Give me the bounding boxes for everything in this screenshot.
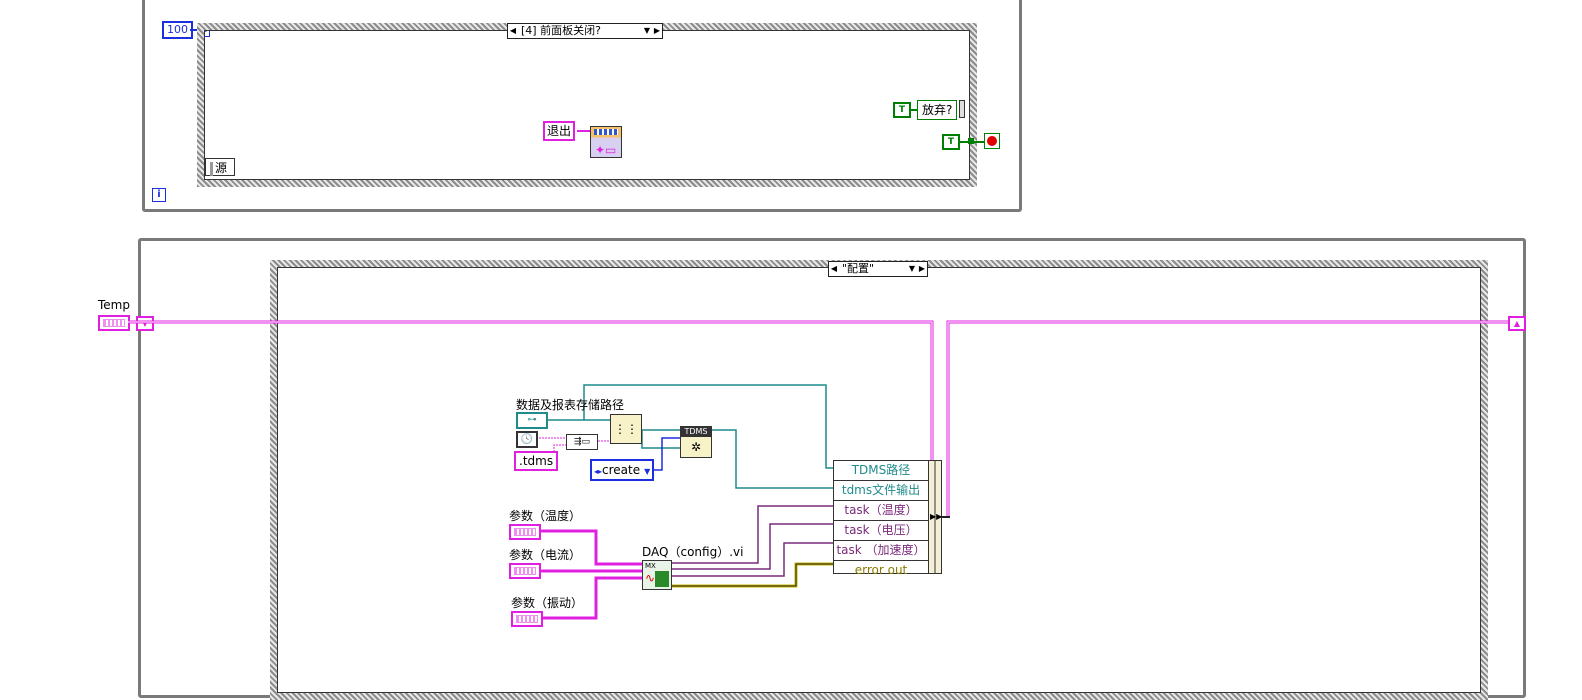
enum-arrows-icon: ◂▸ (594, 467, 603, 476)
param-current-terminal[interactable] (509, 563, 541, 579)
tdms-open-icon[interactable]: TDMS ✲ (680, 426, 712, 458)
bundle-by-name-node[interactable]: TDMS路径 tdms文件输出 task（温度） task（电压） task （… (833, 460, 929, 577)
param-temp-label: 参数（温度） (509, 509, 582, 523)
bundle-row-task-voltage[interactable]: task（电压） (834, 521, 928, 541)
bundle-row-tdms-path[interactable]: TDMS路径 (834, 461, 928, 481)
bundle-row-error-out[interactable]: error out (834, 561, 928, 580)
path-control-terminal[interactable]: ⊶ (516, 412, 548, 429)
create-enum-constant[interactable]: ◂▸create ▼ (590, 459, 654, 481)
param-current-label: 参数（电流） (509, 548, 582, 562)
timestamp-icon[interactable]: 🕓 (516, 431, 538, 448)
param-vibration-label: 参数（振动） (511, 596, 584, 610)
dropdown-icon: ▼ (644, 467, 651, 476)
storage-path-label: 数据及报表存储路径 (516, 398, 625, 412)
wire-diagram (128, 320, 1508, 620)
build-path-icon[interactable]: ⋮⋮ (610, 414, 642, 444)
daq-config-label: DAQ（config）.vi (642, 545, 744, 559)
format-datetime-icon[interactable]: ⇶▭ (566, 434, 598, 450)
tdms-extension-constant[interactable]: .tdms (514, 451, 559, 471)
file-create-icon: ✲ (690, 440, 702, 454)
bundle-row-tdms-output[interactable]: tdms文件输出 (834, 481, 928, 501)
bundle-row-task-temp[interactable]: task（温度） (834, 501, 928, 521)
daq-config-subvi-icon[interactable]: MX ∿ (642, 560, 672, 590)
bundle-output-arrow-icon: ▶▶ (930, 512, 943, 521)
bundle-row-task-accel[interactable]: task （加速度） (834, 541, 928, 561)
param-vibration-terminal[interactable] (511, 611, 543, 627)
param-temp-terminal[interactable] (509, 524, 541, 540)
